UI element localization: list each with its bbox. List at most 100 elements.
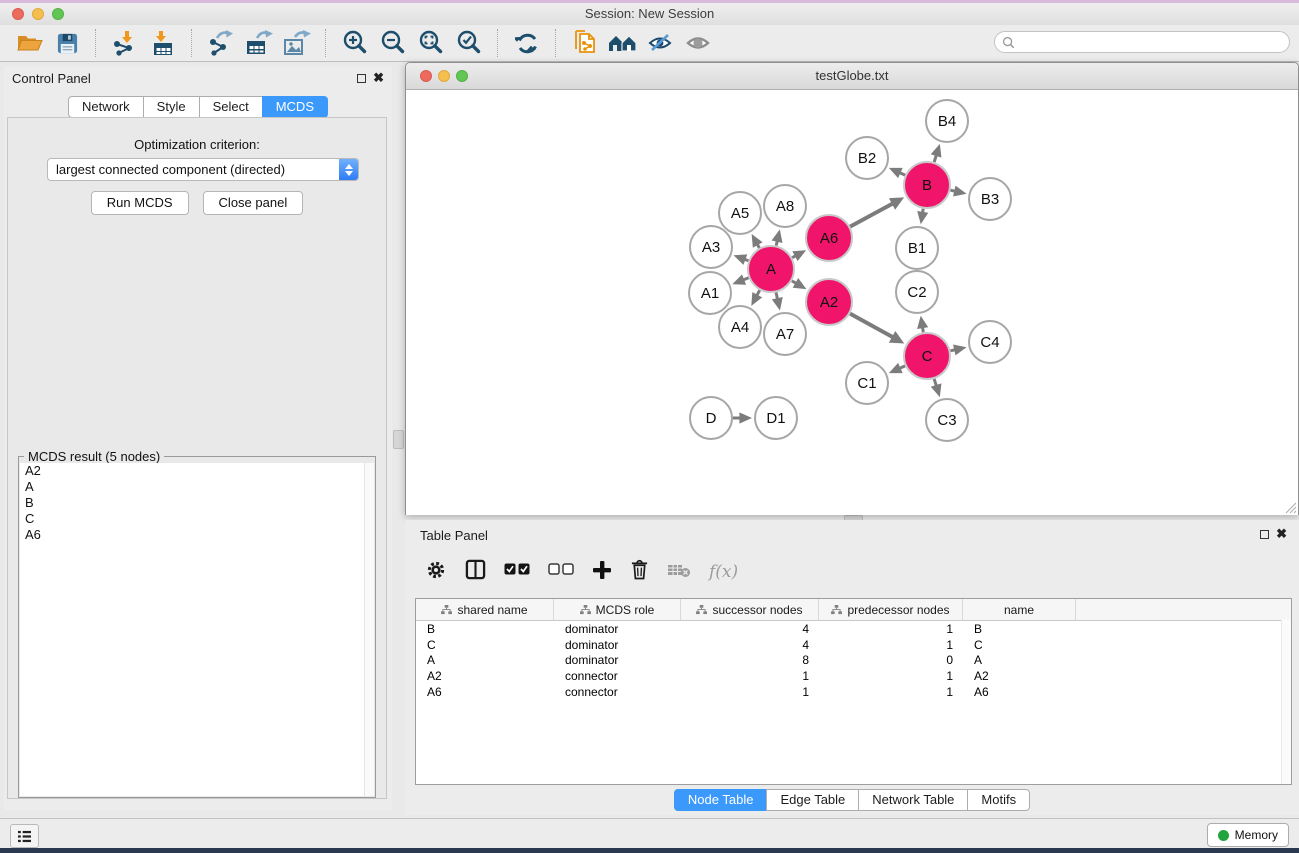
- graph-edge-arrowhead: [953, 186, 967, 197]
- column-header-shared-name[interactable]: shared name: [416, 599, 554, 620]
- result-list-item[interactable]: A: [20, 479, 365, 495]
- memory-button[interactable]: Memory: [1207, 823, 1289, 847]
- network-window-titlebar[interactable]: testGlobe.txt: [406, 63, 1298, 90]
- tab-edge-table[interactable]: Edge Table: [766, 789, 859, 811]
- zoom-fit-icon: [418, 30, 444, 56]
- import-table-button[interactable]: [144, 27, 182, 59]
- close-table-panel-icon[interactable]: ✖: [1276, 527, 1287, 541]
- float-table-panel-icon[interactable]: [1260, 530, 1269, 539]
- search-input[interactable]: [1015, 33, 1289, 51]
- graph-edge-A2-C[interactable]: [850, 314, 893, 338]
- result-list-item[interactable]: B: [20, 495, 365, 511]
- zoom-out-button[interactable]: [374, 27, 412, 59]
- zoom-selected-button[interactable]: [450, 27, 488, 59]
- network-from-selection-button[interactable]: [566, 27, 604, 59]
- task-history-button[interactable]: [10, 824, 39, 848]
- node-label: A1: [701, 285, 719, 302]
- mcds-result-list[interactable]: A2ABCA6: [20, 463, 365, 796]
- show-column-button[interactable]: [465, 559, 486, 585]
- show-graphics-details-button[interactable]: [680, 27, 718, 59]
- apply-layout-button[interactable]: [508, 27, 546, 59]
- optimization-criterion-dropdown[interactable]: largest connected component (directed): [47, 158, 359, 181]
- node-label: A: [766, 261, 776, 278]
- graph-node-C4[interactable]: C4: [969, 321, 1011, 363]
- graph-node-B4[interactable]: B4: [926, 100, 968, 142]
- close-panel-icon[interactable]: ✖: [373, 71, 384, 85]
- table-row[interactable]: A6connector11A6: [416, 684, 1291, 700]
- graph-node-B2[interactable]: B2: [846, 137, 888, 179]
- column-header-MCDS-role[interactable]: MCDS role: [554, 599, 681, 620]
- zoom-in-button[interactable]: [336, 27, 374, 59]
- close-network-window-button[interactable]: [420, 70, 432, 82]
- create-column-button[interactable]: [592, 560, 612, 585]
- tab-network[interactable]: Network: [68, 96, 144, 118]
- zoom-fit-button[interactable]: [412, 27, 450, 59]
- minimize-network-window-button[interactable]: [438, 70, 450, 82]
- column-header-successor-nodes[interactable]: successor nodes: [681, 599, 819, 620]
- graph-node-A1[interactable]: A1: [689, 272, 731, 314]
- result-list-item[interactable]: A6: [20, 527, 365, 543]
- graph-node-C[interactable]: C: [904, 333, 950, 379]
- graph-node-A2[interactable]: A2: [806, 279, 852, 325]
- graph-node-A8[interactable]: A8: [764, 185, 806, 227]
- export-network-button[interactable]: [202, 27, 240, 59]
- network-window-title: testGlobe.txt: [406, 63, 1298, 89]
- result-list-item[interactable]: A2: [20, 463, 365, 479]
- graph-node-D[interactable]: D: [690, 397, 732, 439]
- table-row[interactable]: A2connector11A2: [416, 668, 1291, 684]
- tab-network-table[interactable]: Network Table: [858, 789, 968, 811]
- graph-edge-A6-B[interactable]: [850, 203, 893, 226]
- table-settings-button[interactable]: [425, 559, 447, 586]
- tab-style[interactable]: Style: [143, 96, 200, 118]
- network-graph[interactable]: B4 B2 B B3 A8A5 A6 A3 B1 A C2 A1 A2 A4A7 C4 C C1 C3 D D1: [406, 90, 1298, 515]
- export-image-button[interactable]: [278, 27, 316, 59]
- network-canvas[interactable]: B4 B2 B B3 A8A5 A6 A3 B1 A C2 A1 A2 A4A7 C4 C C1 C3 D D1: [406, 90, 1298, 515]
- graph-node-A[interactable]: A: [748, 246, 794, 292]
- result-list-item[interactable]: C: [20, 511, 365, 527]
- open-session-button[interactable]: [10, 27, 48, 59]
- tab-node-table[interactable]: Node Table: [674, 789, 768, 811]
- delete-column-button[interactable]: [630, 559, 649, 585]
- graph-node-A7[interactable]: A7: [764, 313, 806, 355]
- table-row[interactable]: Adominator80A: [416, 652, 1291, 668]
- zoom-window-button[interactable]: [52, 8, 64, 20]
- vertical-splitter-grip[interactable]: [393, 430, 404, 449]
- graph-node-A4[interactable]: A4: [719, 306, 761, 348]
- table-row[interactable]: Bdominator41B: [416, 621, 1291, 637]
- select-all-columns-button[interactable]: [504, 563, 530, 581]
- minimize-window-button[interactable]: [32, 8, 44, 20]
- hide-selection-button[interactable]: [642, 27, 680, 59]
- graph-node-A6[interactable]: A6: [806, 215, 852, 261]
- graph-node-D1[interactable]: D1: [755, 397, 797, 439]
- close-window-button[interactable]: [12, 8, 24, 20]
- run-mcds-button[interactable]: Run MCDS: [91, 191, 189, 215]
- first-neighbors-button[interactable]: [604, 27, 642, 59]
- table-scrollbar[interactable]: [1281, 620, 1291, 784]
- resize-grip-icon[interactable]: [1283, 500, 1297, 514]
- tab-mcds[interactable]: MCDS: [262, 96, 328, 118]
- graph-node-C3[interactable]: C3: [926, 399, 968, 441]
- tab-motifs[interactable]: Motifs: [967, 789, 1030, 811]
- graph-node-C1[interactable]: C1: [846, 362, 888, 404]
- search-field[interactable]: [994, 31, 1290, 53]
- export-table-button[interactable]: [240, 27, 278, 59]
- import-network-button[interactable]: [106, 27, 144, 59]
- unselect-all-columns-button[interactable]: [548, 563, 574, 581]
- zoom-network-window-button[interactable]: [456, 70, 468, 82]
- graph-node-C2[interactable]: C2: [896, 271, 938, 313]
- save-session-button[interactable]: [48, 27, 86, 59]
- column-header-name[interactable]: name: [963, 599, 1076, 620]
- graph-node-B1[interactable]: B1: [896, 227, 938, 269]
- graph-node-B3[interactable]: B3: [969, 178, 1011, 220]
- tab-select[interactable]: Select: [199, 96, 263, 118]
- table-row[interactable]: Cdominator41C: [416, 637, 1291, 653]
- graph-node-A3[interactable]: A3: [690, 226, 732, 268]
- function-builder-button[interactable]: f(x): [709, 562, 738, 582]
- close-panel-button[interactable]: Close panel: [203, 191, 304, 215]
- delete-table-button[interactable]: [667, 562, 691, 583]
- column-header-predecessor-nodes[interactable]: predecessor nodes: [819, 599, 963, 620]
- graph-node-A5[interactable]: A5: [719, 192, 761, 234]
- result-list-scrollbar[interactable]: [364, 463, 374, 796]
- graph-node-B[interactable]: B: [904, 162, 950, 208]
- float-panel-icon[interactable]: [357, 74, 366, 83]
